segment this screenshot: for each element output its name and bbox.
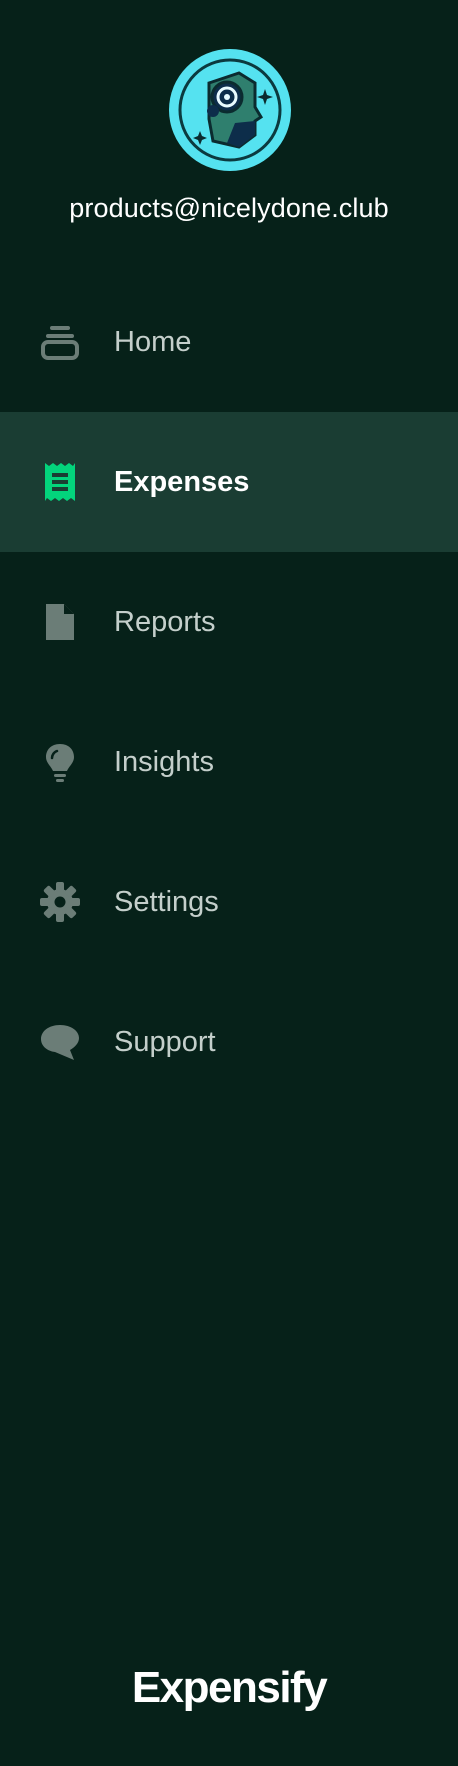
chat-bubble-icon bbox=[38, 1020, 82, 1064]
nav-label-settings: Settings bbox=[114, 886, 219, 918]
nav-item-reports[interactable]: Reports bbox=[0, 552, 458, 692]
lightbulb-icon bbox=[38, 740, 82, 784]
sidebar: products@nicelydone.club Home Expenses R… bbox=[0, 0, 458, 1766]
account-email: products@nicelydone.club bbox=[69, 193, 389, 223]
nav-label-insights: Insights bbox=[114, 746, 214, 778]
robot-avatar-icon bbox=[170, 50, 290, 170]
nav-item-support[interactable]: Support bbox=[0, 972, 458, 1112]
nav-label-reports: Reports bbox=[114, 606, 216, 638]
gear-icon bbox=[38, 880, 82, 924]
nav-label-support: Support bbox=[114, 1026, 216, 1058]
nav-item-expenses[interactable]: Expenses bbox=[0, 412, 458, 552]
expensify-logo: Expensify bbox=[131, 1663, 328, 1712]
nav-item-home[interactable]: Home bbox=[0, 272, 458, 412]
nav-label-home: Home bbox=[114, 326, 192, 358]
avatar[interactable] bbox=[169, 49, 291, 171]
nav-item-settings[interactable]: Settings bbox=[0, 832, 458, 972]
main-nav: Home Expenses Reports Insights Settings … bbox=[0, 272, 458, 1112]
inbox-stack-icon bbox=[38, 320, 82, 364]
receipt-icon bbox=[38, 460, 82, 504]
nav-label-expenses: Expenses bbox=[114, 466, 250, 498]
account-section: products@nicelydone.club bbox=[0, 0, 458, 260]
nav-item-insights[interactable]: Insights bbox=[0, 692, 458, 832]
document-icon bbox=[38, 600, 82, 644]
